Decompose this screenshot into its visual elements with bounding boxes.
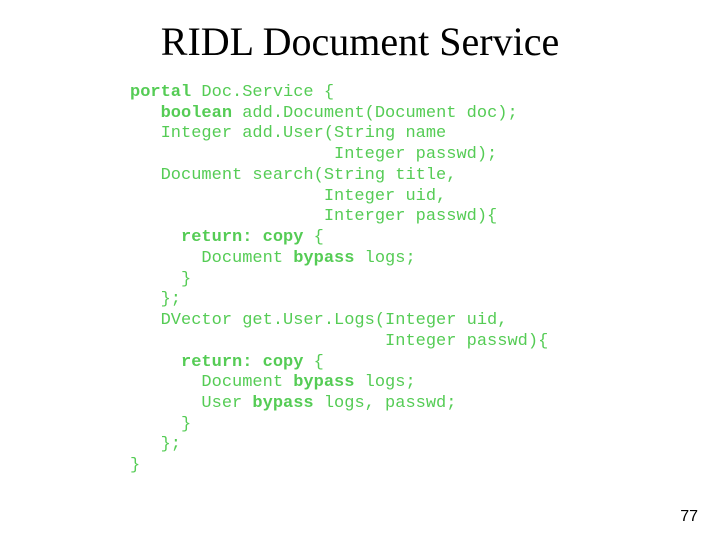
code-text: { xyxy=(303,228,323,247)
code-text: }; xyxy=(130,290,181,309)
code-text: { xyxy=(303,353,323,372)
code-text: } xyxy=(130,456,140,475)
code-text: Document xyxy=(130,249,293,268)
code-text: User xyxy=(130,394,252,413)
code-text: Integer passwd); xyxy=(130,145,497,164)
kw-portal: portal xyxy=(130,83,191,102)
code-text: } xyxy=(130,270,191,289)
code-block: portal Doc.Service { boolean add.Documen… xyxy=(130,83,720,477)
code-text: logs, passwd; xyxy=(314,394,457,413)
kw-return-copy: return: copy xyxy=(181,228,303,247)
code-text: Document xyxy=(130,373,293,392)
code-text: } xyxy=(130,415,191,434)
code-text xyxy=(130,353,181,372)
code-text: Interger passwd){ xyxy=(130,207,497,226)
code-text: }; xyxy=(130,435,181,454)
code-text: Doc.Service { xyxy=(191,83,334,102)
code-text: Document search(String title, xyxy=(130,166,456,185)
code-text xyxy=(130,104,161,123)
page-title: RIDL Document Service xyxy=(0,18,720,65)
code-text xyxy=(130,228,181,247)
slide: RIDL Document Service portal Doc.Service… xyxy=(0,0,720,540)
kw-bypass: bypass xyxy=(293,249,354,268)
kw-bypass: bypass xyxy=(293,373,354,392)
code-text: Integer add.User(String name xyxy=(130,124,446,143)
kw-return-copy: return: copy xyxy=(181,353,303,372)
kw-bypass: bypass xyxy=(252,394,313,413)
code-text: add.Document(Document doc); xyxy=(232,104,518,123)
code-text: Integer uid, xyxy=(130,187,446,206)
kw-boolean: boolean xyxy=(161,104,232,123)
code-text: logs; xyxy=(354,373,415,392)
code-text: DVector get.User.Logs(Integer uid, xyxy=(130,311,507,330)
page-number: 77 xyxy=(680,508,698,526)
code-text: logs; xyxy=(354,249,415,268)
code-text: Integer passwd){ xyxy=(130,332,548,351)
